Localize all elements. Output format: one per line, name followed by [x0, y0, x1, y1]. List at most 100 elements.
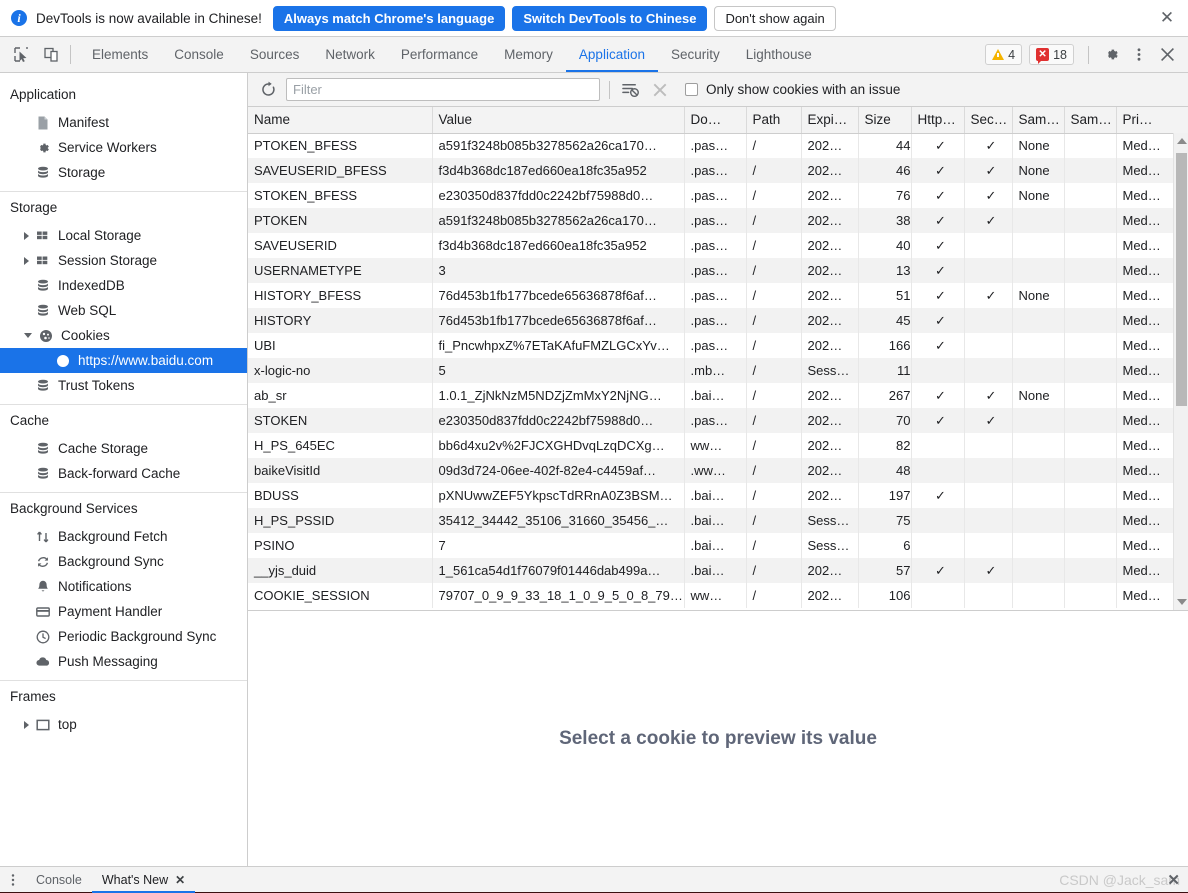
tab-elements[interactable]: Elements [79, 37, 161, 72]
table-row[interactable]: SAVEUSERID f3d4b368dc187ed660ea18fc35a952… [248, 233, 1188, 258]
tab-network[interactable]: Network [312, 37, 388, 72]
chevron-right-icon[interactable] [24, 256, 29, 265]
sidebar-item-payment-handler[interactable]: Payment Handler [0, 599, 247, 624]
table-row[interactable]: __yjs_duid 1_561ca54d1f76079f01446dab499a… [248, 558, 1188, 583]
sidebar-item-storage[interactable]: Storage [0, 160, 247, 185]
clear-filtered-cookies-icon[interactable] [619, 79, 641, 101]
sidebar-item-cache-storage[interactable]: Cache Storage [0, 436, 247, 461]
sidebar-item-https-www-baidu-com[interactable]: https://www.baidu.com [0, 348, 247, 373]
table-row[interactable]: ab_sr 1.0.1_ZjNkNzM5NDZjZmMxY2NjNG… .bai… /… [248, 383, 1188, 408]
column-header-domain[interactable]: Do… [684, 107, 747, 134]
always-match-chrome-language-button[interactable]: Always match Chrome's language [272, 5, 506, 31]
sidebar-item-push-messaging[interactable]: Push Messaging [0, 649, 247, 674]
table-row[interactable]: H_PS_645EC bb6d4xu2v%2FJCXGHDvqLzqDCXg… ww… [248, 433, 1188, 458]
chevron-down-icon[interactable] [24, 333, 32, 338]
drawer-kebab-menu-icon[interactable] [0, 872, 26, 888]
device-toolbar-icon[interactable] [38, 42, 64, 68]
table-row[interactable]: SAVEUSERID_BFESS f3d4b368dc187ed660ea18fc… [248, 158, 1188, 183]
table-row[interactable]: USERNAMETYPE 3 .pas…/202… 13 ✓ Med… [248, 258, 1188, 283]
cell-cookie-expires: Sess… [801, 508, 859, 533]
cell-cookie-httponly [911, 433, 965, 458]
gear-icon[interactable] [1098, 42, 1124, 68]
column-header-secure[interactable]: Sec… [964, 107, 1013, 134]
column-header-samesite[interactable]: Sam… [1012, 107, 1065, 134]
cell-cookie-samesite [1012, 308, 1065, 333]
errors-badge[interactable]: ✕ 18 [1029, 44, 1074, 65]
cell-cookie-domain: .bai… [684, 383, 747, 408]
filter-input[interactable] [286, 78, 600, 101]
cell-cookie-size: 45 [858, 308, 912, 333]
tab-performance[interactable]: Performance [388, 37, 491, 72]
table-row[interactable]: UBI fi_PncwhpxZ%7ETaKAfuFMZLGCxYv… .pas…/2… [248, 333, 1188, 358]
scrollbar-thumb[interactable] [1176, 153, 1187, 406]
drawer-tab-close-icon[interactable]: ✕ [175, 873, 185, 887]
table-row[interactable]: baikeVisitId 09d3d724-06ee-402f-82e4-c445… [248, 458, 1188, 483]
inspect-element-icon[interactable] [8, 42, 34, 68]
dont-show-again-button[interactable]: Don't show again [714, 5, 836, 31]
sidebar-item-label: https://www.baidu.com [78, 353, 214, 368]
tab-security[interactable]: Security [658, 37, 733, 72]
sidebar-item-background-fetch[interactable]: Background Fetch [0, 524, 247, 549]
sidebar-item-cookies[interactable]: Cookies [0, 323, 247, 348]
column-header-name[interactable]: Name [248, 107, 433, 134]
sidebar-item-indexeddb[interactable]: IndexedDB [0, 273, 247, 298]
chevron-right-icon[interactable] [24, 720, 29, 729]
table-row[interactable]: PSINO 7 .bai… / Sess… 6 Med… [248, 533, 1188, 558]
tab-lighthouse[interactable]: Lighthouse [733, 37, 825, 72]
scroll-up-arrow-icon[interactable] [1174, 133, 1188, 149]
column-header-priority[interactable]: Pri… [1116, 107, 1188, 134]
column-header-size[interactable]: Size [858, 107, 912, 134]
sidebar-item-local-storage[interactable]: Local Storage [0, 223, 247, 248]
column-header-expires[interactable]: Expi… [801, 107, 859, 134]
column-header-httponly[interactable]: Http… [911, 107, 965, 134]
sidebar-item-periodic-background-sync[interactable]: Periodic Background Sync [0, 624, 247, 649]
application-sidebar[interactable]: Application Manifest Service Workers Storag… [0, 73, 248, 866]
sidebar-item-background-sync[interactable]: Background Sync [0, 549, 247, 574]
column-header-value[interactable]: Value [432, 107, 685, 134]
sidebar-item-session-storage[interactable]: Session Storage [0, 248, 247, 273]
sidebar-item-trust-tokens[interactable]: Trust Tokens [0, 373, 247, 398]
switch-devtools-to-chinese-button[interactable]: Switch DevTools to Chinese [512, 5, 708, 31]
cookies-toolbar: Only show cookies with an issue [248, 73, 1188, 107]
table-row[interactable]: PTOKEN_BFESS a591f3248b085b3278562a26ca17… [248, 133, 1188, 158]
tab-sources[interactable]: Sources [237, 37, 313, 72]
only-show-issues-checkbox[interactable]: Only show cookies with an issue [685, 82, 900, 97]
close-notification-icon[interactable]: ✕ [1158, 8, 1176, 28]
sidebar-item-web-sql[interactable]: Web SQL [0, 298, 247, 323]
table-row[interactable]: COOKIE_SESSION 79707_0_9_9_33_18_1_0_9_5_… [248, 583, 1188, 608]
cookies-table-body[interactable]: PTOKEN_BFESS a591f3248b085b3278562a26ca17… [248, 133, 1188, 608]
cookies-table-scrollbar[interactable] [1173, 133, 1188, 610]
sidebar-item-service-workers[interactable]: Service Workers [0, 135, 247, 160]
drawer-close-icon[interactable]: ✕ [1167, 871, 1180, 889]
chevron-right-icon[interactable] [24, 231, 29, 240]
table-row[interactable]: STOKEN_BFESS e230350d837fdd0c2242bf75988d… [248, 183, 1188, 208]
cell-cookie-path: / [746, 308, 802, 333]
warnings-badge[interactable]: 4 [985, 44, 1023, 65]
sidebar-item-top[interactable]: top [0, 712, 247, 737]
sidebar-item-back-forward-cache[interactable]: Back-forward Cache [0, 461, 247, 486]
tab-console[interactable]: Console [161, 37, 237, 72]
kebab-menu-icon[interactable] [1126, 42, 1152, 68]
table-row[interactable]: PTOKEN a591f3248b085b3278562a26ca170… .pas… [248, 208, 1188, 233]
table-row[interactable]: HISTORY 76d453b1fb177bcede65636878f6af… .p… [248, 308, 1188, 333]
column-header-samesite2[interactable]: Sam… [1064, 107, 1117, 134]
scroll-down-arrow-icon[interactable] [1174, 594, 1188, 610]
sidebar-item-notifications[interactable]: Notifications [0, 574, 247, 599]
cell-cookie-size: 51 [858, 283, 912, 308]
tab-application[interactable]: Application [565, 37, 659, 72]
cell-cookie-path: / [746, 433, 802, 458]
tab-memory[interactable]: Memory [491, 37, 566, 72]
table-row[interactable]: H_PS_PSSID 35412_34442_35106_31660_35456_… [248, 508, 1188, 533]
table-row[interactable]: BDUSS pXNUwwZEF5YkpscTdRRnA0Z3BSM… .bai…/2… [248, 483, 1188, 508]
close-devtools-icon[interactable] [1154, 42, 1180, 68]
drawer-tab-console[interactable]: Console [26, 867, 92, 893]
column-header-path[interactable]: Path [746, 107, 802, 134]
table-row[interactable]: STOKEN e230350d837fdd0c2242bf75988d0… .pas… [248, 408, 1188, 433]
refresh-icon[interactable] [256, 78, 280, 102]
clear-all-cookies-icon[interactable] [649, 79, 671, 101]
table-row[interactable]: x-logic-no 5 .mb… / Sess… 11 Med… [248, 358, 1188, 383]
table-row[interactable]: HISTORY_BFESS 76d453b1fb177bcede65636878f… [248, 283, 1188, 308]
sidebar-item-manifest[interactable]: Manifest [0, 110, 247, 135]
drawer-tab-whats-new[interactable]: What's New ✕ [91, 867, 196, 893]
